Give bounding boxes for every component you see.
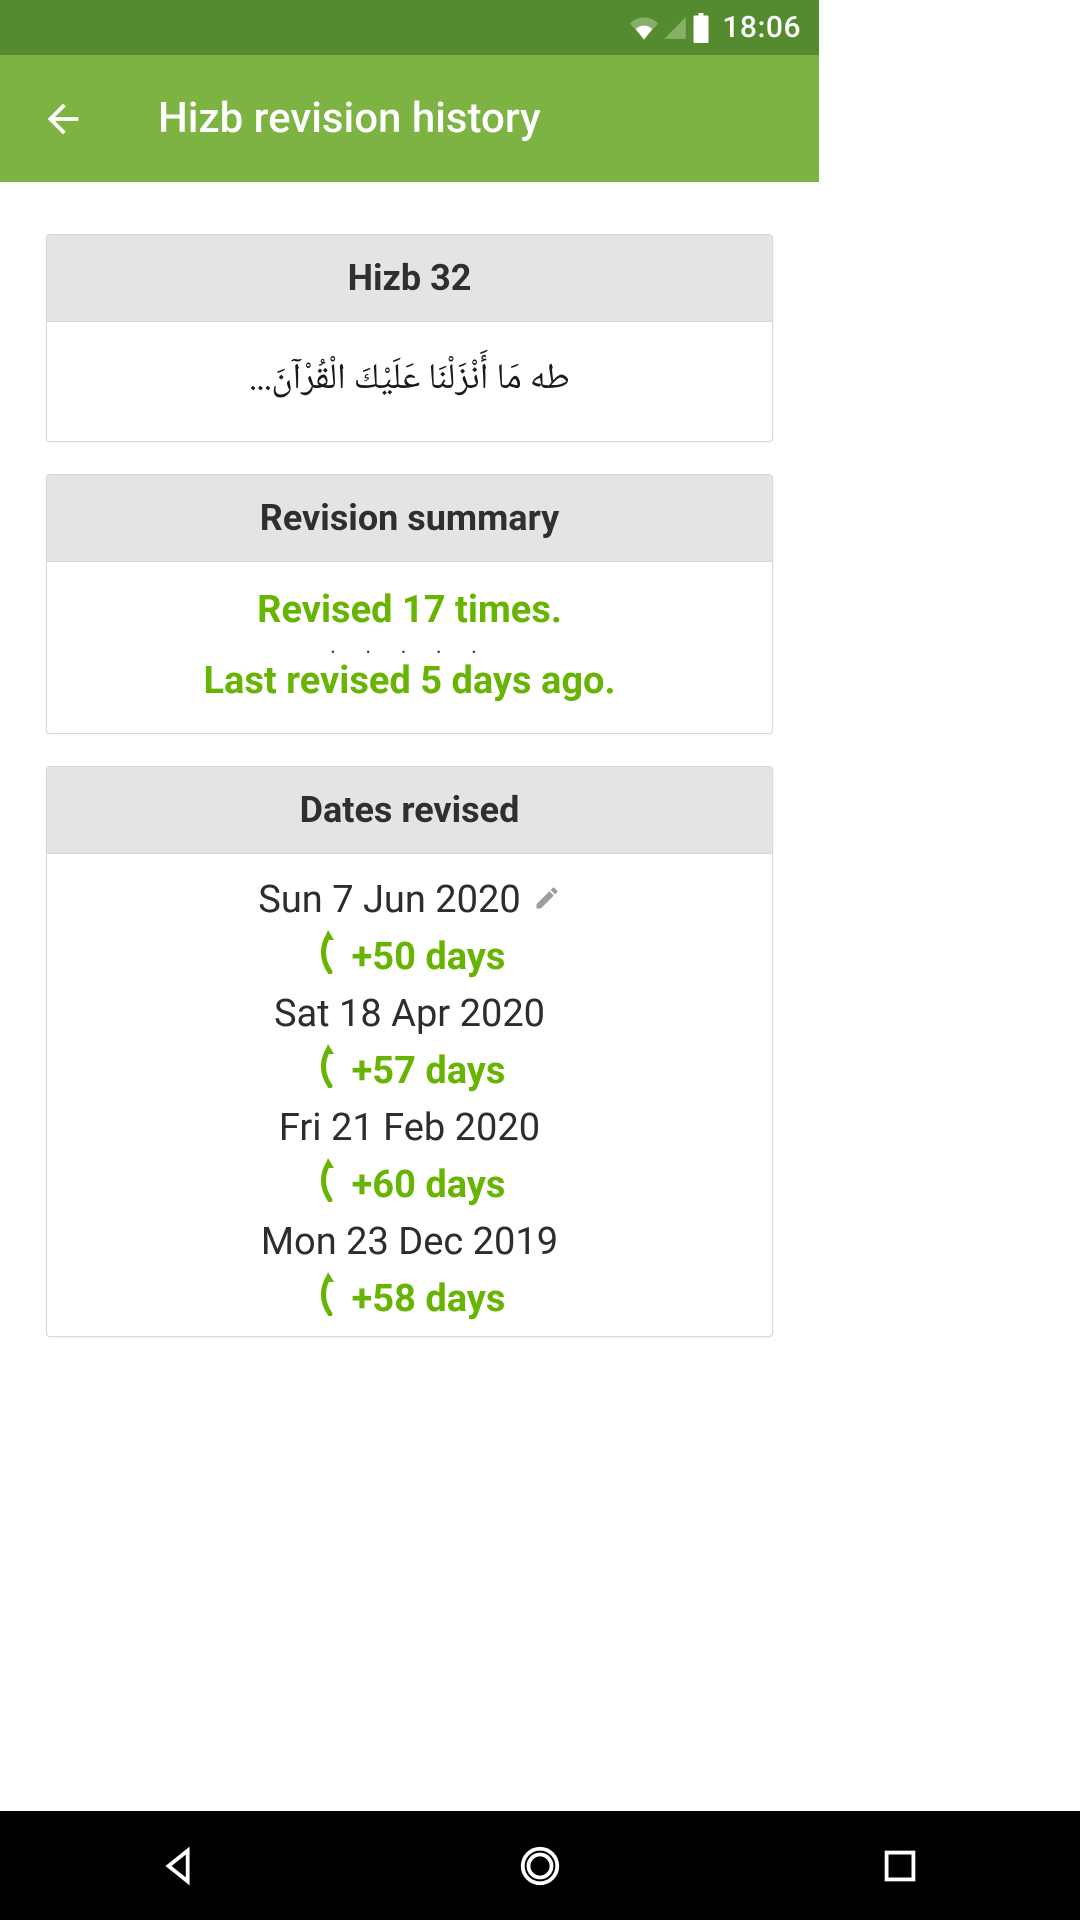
- status-clock: 18:06: [722, 10, 801, 45]
- date-text: Sat 18 Apr 2020: [274, 992, 545, 1036]
- gap-row: +60 days: [57, 1158, 762, 1212]
- signal-icon: [662, 15, 688, 41]
- nav-home-button[interactable]: [500, 1826, 580, 1906]
- back-button[interactable]: [40, 96, 86, 142]
- hizb-card-header: Hizb 32: [47, 235, 772, 322]
- dates-card: Dates revised Sun 7 Jun 2020 +50 days Sa…: [46, 766, 773, 1337]
- summary-revised-count: Revised 17 times.: [57, 588, 762, 632]
- hizb-card-body: طه مَا أَنْزَلْنَا عَلَيْكَ الْقُرْآنَ..…: [47, 322, 772, 441]
- app-bar: Hizb revision history: [0, 55, 819, 182]
- date-row: Mon 23 Dec 2019: [57, 1220, 762, 1264]
- gap-row: +58 days: [57, 1272, 762, 1326]
- date-row: Sat 18 Apr 2020: [57, 992, 762, 1036]
- nav-recent-button[interactable]: [860, 1826, 940, 1906]
- gap-row: +57 days: [57, 1044, 762, 1098]
- battery-icon: [692, 13, 710, 43]
- status-bar: 18:06: [0, 0, 819, 55]
- wifi-icon: [630, 14, 658, 42]
- gap-text: +50 days: [352, 935, 506, 979]
- summary-dots: . . . . .: [57, 634, 762, 659]
- gap-text: +57 days: [352, 1049, 506, 1093]
- hizb-arabic-text: طه مَا أَنْزَلْنَا عَلَيْكَ الْقُرْآنَ..…: [57, 342, 762, 417]
- gap-row: +50 days: [57, 930, 762, 984]
- date-text: Fri 21 Feb 2020: [279, 1106, 540, 1150]
- curve-up-icon: [314, 1044, 338, 1098]
- date-row: Fri 21 Feb 2020: [57, 1106, 762, 1150]
- summary-card: Revision summary Revised 17 times. . . .…: [46, 474, 773, 734]
- dates-card-header: Dates revised: [47, 767, 772, 854]
- page-title: Hizb revision history: [158, 94, 541, 143]
- date-text: Mon 23 Dec 2019: [261, 1220, 558, 1264]
- nav-back-button[interactable]: [140, 1826, 220, 1906]
- curve-up-icon: [314, 930, 338, 984]
- gap-text: +58 days: [352, 1277, 506, 1321]
- summary-card-header: Revision summary: [47, 475, 772, 562]
- system-nav-bar: [0, 1811, 1080, 1920]
- date-row: Sun 7 Jun 2020: [57, 878, 762, 922]
- content-area: Hizb 32 طه مَا أَنْزَلْنَا عَلَيْكَ الْق…: [0, 182, 819, 1347]
- summary-last-revised: Last revised 5 days ago.: [57, 659, 762, 703]
- hizb-card: Hizb 32 طه مَا أَنْزَلْنَا عَلَيْكَ الْق…: [46, 234, 773, 442]
- edit-icon[interactable]: [533, 878, 561, 922]
- curve-up-icon: [314, 1158, 338, 1212]
- date-text: Sun 7 Jun 2020: [258, 878, 520, 922]
- summary-card-body: Revised 17 times. . . . . . Last revised…: [47, 562, 772, 733]
- gap-text: +60 days: [352, 1163, 506, 1207]
- curve-up-icon: [314, 1272, 338, 1326]
- dates-card-body: Sun 7 Jun 2020 +50 days Sat 18 Apr 2020 …: [47, 854, 772, 1336]
